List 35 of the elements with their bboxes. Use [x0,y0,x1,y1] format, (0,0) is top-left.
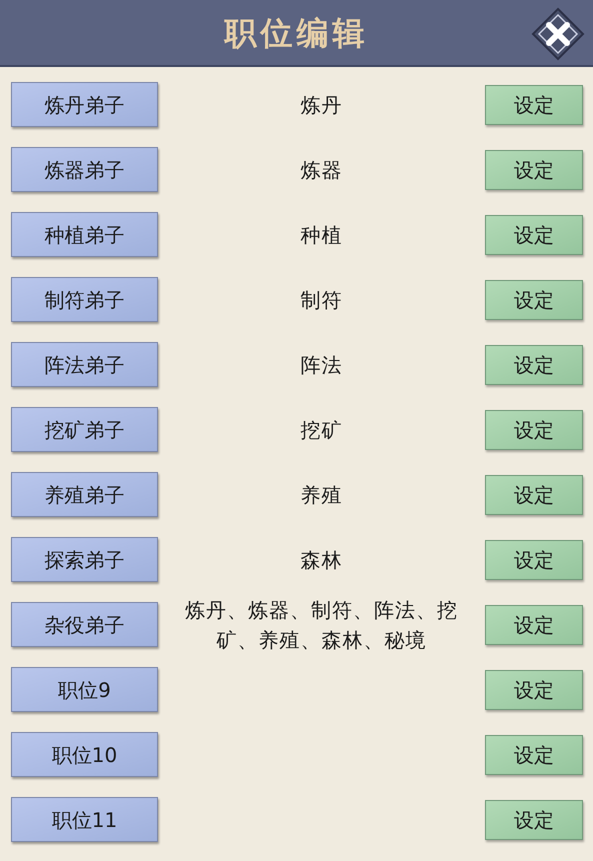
set-button[interactable]: 设定 [485,540,583,580]
position-button[interactable]: 职位9 [11,667,158,712]
duties-text: 阵法 [300,352,344,378]
duties-text: 制符 [300,286,344,314]
position-button[interactable]: 制符弟子 [11,277,158,322]
set-button[interactable]: 设定 [485,800,583,840]
window-title: 职位编辑 [224,12,368,54]
position-button[interactable]: 炼丹弟子 [11,82,158,127]
duties-text: 种植 [300,222,344,248]
position-button[interactable]: 职位11 [11,797,158,842]
position-button[interactable]: 探索弟子 [11,537,158,582]
duties-text: 养殖 [300,482,344,508]
position-button[interactable]: 阵法弟子 [11,342,158,387]
position-button[interactable]: 养殖弟子 [11,472,158,517]
close-icon[interactable] [531,7,585,61]
set-button[interactable]: 设定 [485,604,583,644]
set-button[interactable]: 设定 [485,344,583,384]
set-button[interactable]: 设定 [485,280,583,320]
duties-text: 炼丹、炼器、制符、阵法、挖矿、养殖、森林、秘境 [184,596,459,654]
set-button[interactable]: 设定 [485,150,583,190]
set-button[interactable]: 设定 [485,734,583,774]
position-button[interactable]: 杂役弟子 [11,602,158,647]
duties-text: 炼丹 [300,92,344,118]
set-button[interactable]: 设定 [485,410,583,450]
set-button[interactable]: 设定 [485,474,583,514]
duties-text: 挖矿 [300,416,344,444]
position-button[interactable]: 种植弟子 [11,212,158,257]
position-button[interactable]: 挖矿弟子 [11,407,158,452]
set-button[interactable]: 设定 [485,84,583,124]
position-button[interactable]: 职位10 [11,732,158,777]
position-button[interactable]: 炼器弟子 [11,147,158,192]
duties-text: 炼器 [300,156,344,184]
set-button[interactable]: 设定 [485,214,583,254]
duties-text: 森林 [300,546,344,574]
set-button[interactable]: 设定 [485,670,583,710]
